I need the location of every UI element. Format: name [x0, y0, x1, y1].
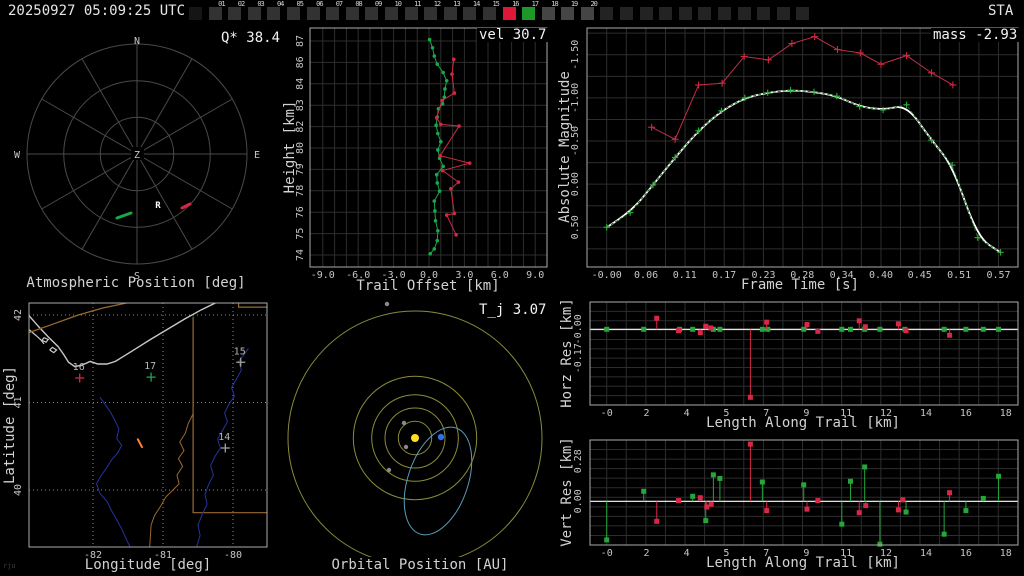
vres-y-axis-title: Vert Res [km]: [559, 437, 575, 547]
hres-x-axis-title: Length Along Trail [km]: [706, 415, 900, 431]
svg-text:0.57: 0.57: [986, 270, 1010, 281]
velocity-overlay: vel 30.7: [477, 27, 549, 43]
trail-y-axis-title: Height [km]: [282, 100, 298, 194]
svg-text:Z: Z: [134, 150, 140, 161]
trail-x-axis-title: Trail Offset [km]: [356, 278, 500, 294]
svg-text:-0: -0: [601, 548, 613, 559]
light-curve-plot: -0.00 0.06 0.11 0.17 0.23 0.28 0.34 0.40 0.45 0.5…: [570, 27, 1019, 281]
svg-text:42: 42: [13, 309, 24, 321]
svg-text:17: 17: [144, 361, 156, 372]
trail-offset-plot: -9.0 -6.0 -3.0 0.0 3.0 6.0 9.08786848382807978…: [295, 27, 548, 281]
atmospheric-position-plot: NESW ZR: [14, 36, 260, 282]
polar-plot-title: Atmospheric Position [deg]: [26, 275, 246, 291]
svg-text:16: 16: [73, 362, 85, 373]
lightcurve-x-axis-title: Frame Time [s]: [740, 277, 859, 293]
svg-text:N: N: [134, 36, 140, 47]
svg-text:-0: -0: [601, 408, 613, 419]
svg-text:-0.00: -0.00: [592, 270, 622, 281]
svg-text:0.51: 0.51: [947, 270, 971, 281]
meteor-monitor-screen: 20250927 05:09:25 UTC 01 02 03 04 05 06 07 08 09…: [0, 0, 1024, 576]
tisserand-overlay: T_j 3.07: [477, 302, 549, 318]
svg-text:14: 14: [218, 432, 230, 443]
svg-text:16: 16: [960, 408, 972, 419]
svg-text:2: 2: [644, 548, 650, 559]
svg-text:18: 18: [1000, 408, 1012, 419]
svg-text:18: 18: [1000, 548, 1012, 559]
svg-text:2: 2: [644, 408, 650, 419]
orbital-position-plot: [287, 301, 543, 557]
svg-text:87: 87: [295, 35, 306, 47]
svg-text:W: W: [14, 150, 21, 161]
svg-text:0.06: 0.06: [634, 270, 658, 281]
watermark: rju: [3, 562, 16, 570]
mass-overlay: mass -2.93: [931, 27, 1020, 43]
vert-residual-plot: -0 2 4 5 7 9 11 12 14 16 180.280.00: [573, 439, 1019, 559]
svg-text:E: E: [254, 150, 260, 161]
orbital-plot-title: Orbital Position [AU]: [331, 557, 509, 573]
map-y-axis-title: Latitude [deg]: [2, 366, 18, 485]
horz-residual-plot: -0 2 4 5 7 9 11 12 14 16 18-0.00-0.17: [573, 301, 1019, 419]
svg-text:16: 16: [960, 548, 972, 559]
svg-text:15: 15: [234, 346, 246, 357]
svg-text:R: R: [155, 201, 161, 211]
lightcurve-y-axis-title: Absolute Magnitude: [557, 71, 573, 223]
vres-x-axis-title: Length Along Trail [km]: [706, 555, 900, 571]
q-value-overlay: Q* 38.4: [219, 30, 283, 46]
map-x-axis-title: Longitude [deg]: [84, 557, 212, 573]
svg-text:74: 74: [295, 249, 306, 261]
ground-track-map: 16 171514-82 -81 -80424140: [13, 302, 268, 561]
